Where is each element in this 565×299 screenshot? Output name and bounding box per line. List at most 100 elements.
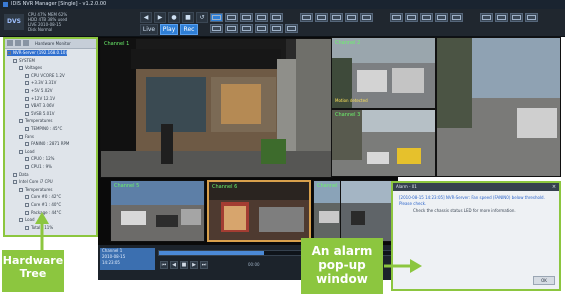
system-status-panel: CPU 47% MEM 62% HDD 4TB 38% used LIVE 20… (28, 12, 108, 34)
camera-tile-2[interactable]: Channel 2 Motion detected (331, 37, 436, 109)
tree-item-label: Total : 11% (31, 224, 54, 230)
camera-tile-3[interactable]: Channel 3 (331, 109, 436, 177)
layout-icon (512, 15, 521, 20)
camera-feed-store-entrance (209, 182, 309, 240)
tree-item[interactable]: Temperatures (19, 187, 52, 193)
hardware-tree-panel: Hardware Monitor NVR-Server (192.168.0.1… (3, 37, 98, 237)
toolbar-record-button[interactable]: ● (168, 12, 180, 23)
refresh-icon[interactable] (23, 40, 29, 46)
alarm-ok-button[interactable]: OK (533, 276, 555, 285)
tree-item[interactable]: CPU VCORE 1.2V (25, 73, 65, 79)
tree-item[interactable]: +5V 5.02V (25, 88, 53, 94)
skip-forward-button[interactable]: ⏭ (200, 261, 208, 269)
layout-preset-button[interactable] (240, 24, 253, 33)
layout-icon (332, 15, 341, 20)
layout-icon (437, 15, 446, 20)
toolbar-rec-button[interactable]: Rec (180, 24, 198, 35)
tree-item-label: Package : 44°C (31, 209, 62, 215)
tree-item[interactable]: TEMPIN0 : 45°C (25, 126, 62, 132)
tree-item[interactable]: CPU0 : 12% (25, 156, 54, 162)
layout-2x2-button[interactable] (225, 13, 238, 22)
tree-node-icon (13, 58, 17, 63)
tree-item[interactable]: SYSTEM (13, 58, 35, 64)
camera-tile-8[interactable] (340, 180, 395, 242)
tree-item-label: Fans (25, 133, 35, 139)
close-icon[interactable]: × (551, 184, 557, 190)
tree-item[interactable]: Temperatures (19, 118, 52, 124)
tree-item[interactable]: Data (13, 172, 29, 178)
tree-item[interactable]: +3.3V 3.31V (25, 80, 56, 86)
tree-item-label: Temperatures (25, 118, 53, 124)
stop-button[interactable]: ■ (180, 261, 188, 269)
layout-preset-button[interactable] (285, 24, 298, 33)
layout-preset-button[interactable] (330, 13, 343, 22)
toolbar-next-button[interactable]: ▶ (154, 12, 166, 23)
tree-item[interactable]: CPU1 : 9% (25, 164, 52, 170)
camera-tile-5[interactable]: Channel 5 (110, 180, 205, 242)
skip-back-button[interactable]: ⏮ (160, 261, 168, 269)
layout-preset-button[interactable] (525, 13, 538, 22)
layout-preset-button[interactable] (360, 13, 373, 22)
toolbar-stop-button[interactable]: ■ (182, 12, 194, 23)
tree-item-label: +3.3V 3.31V (31, 80, 57, 86)
layout-preset-button[interactable] (510, 13, 523, 22)
tree-item[interactable]: Core #1 : 40°C (25, 202, 61, 208)
layout-preset-button[interactable] (210, 24, 223, 33)
layout-preset-button[interactable] (345, 13, 358, 22)
layout-icon (482, 15, 491, 20)
tree-item[interactable]: Core #0 : 42°C (25, 194, 61, 200)
layout-preset-button[interactable] (270, 24, 283, 33)
tree-item[interactable]: Fans (19, 134, 34, 140)
layout-preset-button[interactable] (450, 13, 463, 22)
camera-feed-intersection (332, 110, 435, 176)
tree-item-label: +5V 5.02V (31, 88, 53, 93)
tree-item[interactable]: NVR-Server (192.168.0.10) (7, 50, 68, 56)
layout-icon (317, 15, 326, 20)
layout-preset-button[interactable] (495, 13, 508, 22)
collapse-all-icon[interactable] (15, 40, 21, 46)
layout-preset-button[interactable] (255, 24, 268, 33)
tree-item-label: Core #1 : 40°C (31, 202, 62, 207)
layout-preset-button[interactable] (315, 13, 328, 22)
tree-item[interactable]: Load (19, 149, 35, 155)
layout-preset-button[interactable] (225, 24, 238, 33)
tree-node-icon (13, 172, 17, 177)
camera-tile-4[interactable] (436, 37, 561, 177)
layout-preset-button[interactable] (480, 13, 493, 22)
toolbar-play-button[interactable]: Play (160, 24, 178, 35)
toolbar: DVS CPU 47% MEM 62% HDD 4TB 38% used LIV… (0, 9, 565, 37)
tree-item[interactable]: Load (19, 217, 35, 223)
layout-3x3-button[interactable] (240, 13, 253, 22)
layout-1x1-button[interactable] (210, 13, 223, 22)
rewind-button[interactable]: ◀ (170, 261, 178, 269)
layout-custom-button[interactable] (270, 13, 283, 22)
window-title: IDIS NVR Manager [Single] - v1.2.0.00 (11, 1, 107, 7)
layout-preset-button[interactable] (420, 13, 433, 22)
tree-item[interactable]: Total : 11% (25, 225, 53, 231)
app-window: IDIS NVR Manager [Single] - v1.2.0.00 DV… (0, 0, 565, 299)
tree-item[interactable]: VBAT 3.06V (25, 103, 54, 109)
tree-item[interactable]: 5VSB 5.01V (25, 111, 54, 117)
layout-preset-button[interactable] (390, 13, 403, 22)
toolbar-prev-button[interactable]: ◀ (140, 12, 152, 23)
tree-node-icon (25, 111, 29, 116)
tree-item[interactable]: Intel Core i7 CPU (13, 179, 53, 185)
toolbar-live-button[interactable]: Live (140, 24, 158, 35)
expand-all-icon[interactable] (7, 40, 13, 46)
tree-node-icon (13, 180, 17, 185)
layout-preset-button[interactable] (435, 13, 448, 22)
layout-preset-button[interactable] (405, 13, 418, 22)
camera-tile-main[interactable]: Channel 1 (100, 38, 333, 178)
play-button[interactable]: ▶ (190, 261, 198, 269)
tree-item[interactable]: FANIN0 : 2871 RPM (25, 141, 69, 147)
layout-4x4-button[interactable] (255, 13, 268, 22)
toolbar-refresh-button[interactable]: ↺ (196, 12, 208, 23)
camera-tile-6[interactable]: Channel 6 (207, 180, 311, 242)
tree-item-label: Load (25, 148, 35, 154)
tree-item[interactable]: +12V 12.1V (25, 96, 55, 102)
tree-header-title: Hardware Monitor (35, 41, 71, 46)
tree-item[interactable]: Voltages (19, 65, 42, 71)
tree-item[interactable]: Package : 44°C (25, 210, 61, 216)
layout-preset-button[interactable] (300, 13, 313, 22)
layout-icon (212, 15, 221, 20)
